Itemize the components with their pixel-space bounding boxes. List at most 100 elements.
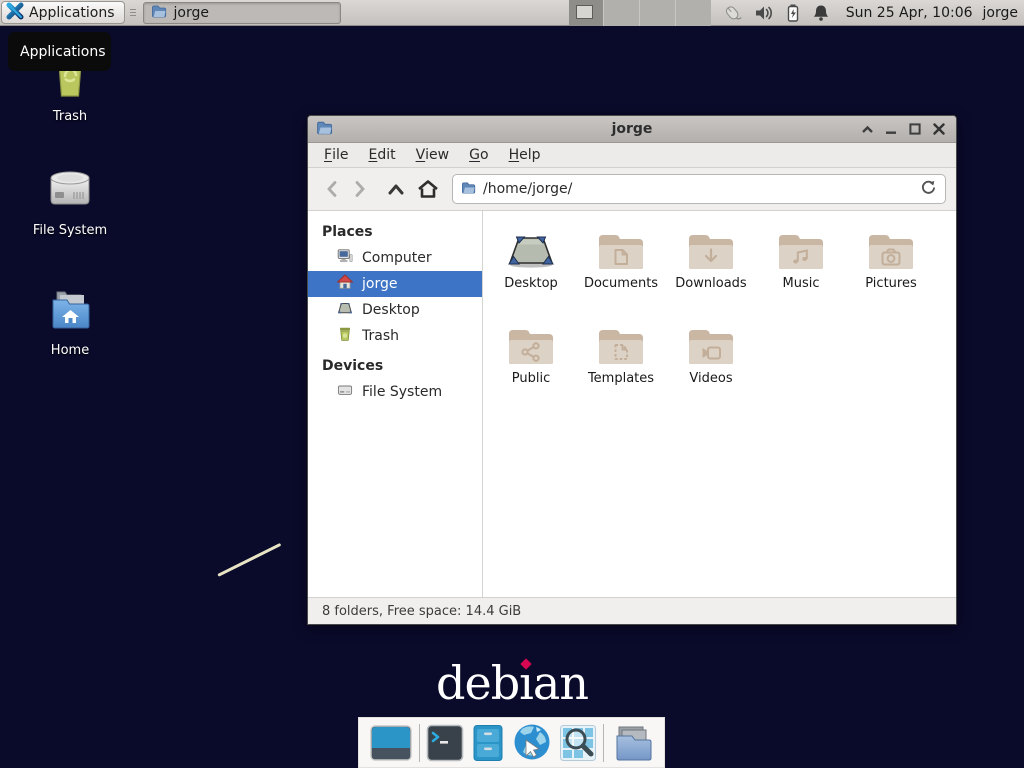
top-panel: Applications jorge (0, 0, 1024, 26)
sidebar-item-label: File System (362, 384, 442, 400)
hard-drive-icon (44, 162, 96, 218)
maximize-button[interactable] (907, 121, 923, 137)
folder-music-icon (773, 223, 829, 271)
notifications-bell-icon[interactable] (812, 3, 830, 23)
shade-button[interactable] (859, 121, 875, 137)
folder-icon (151, 3, 167, 23)
menubar: File Edit View Go Help (308, 143, 956, 168)
menu-go[interactable]: Go (459, 143, 498, 167)
file-item-videos[interactable]: Videos (666, 318, 756, 413)
directory-menu-icon[interactable] (611, 724, 653, 762)
panel-grip[interactable] (128, 4, 138, 22)
taskbar-window-button[interactable]: jorge (143, 2, 341, 24)
trash-icon (337, 326, 353, 346)
terminal-icon[interactable] (426, 724, 464, 762)
folder-videos-icon (683, 318, 739, 366)
xfce-logo-icon (6, 2, 24, 24)
hard-drive-icon (337, 382, 353, 402)
minimize-button[interactable] (883, 121, 899, 137)
statusbar: 8 folders, Free space: 14.4 GiB (308, 597, 956, 624)
file-label: Templates (588, 371, 654, 386)
workspace-3[interactable] (639, 0, 675, 26)
workspace-4[interactable] (675, 0, 711, 26)
menu-view[interactable]: View (406, 143, 460, 167)
menu-edit[interactable]: Edit (358, 143, 405, 167)
file-label: Desktop (504, 276, 558, 291)
desktop-icon-file-system[interactable]: File System (20, 162, 120, 238)
sidebar-item-label: Computer (362, 250, 432, 266)
file-item-music[interactable]: Music (756, 223, 846, 318)
file-manager-icon[interactable] (471, 724, 505, 762)
folder-templates-icon (593, 318, 649, 366)
file-label: Public (512, 371, 550, 386)
toolbar: /home/jorge/ (308, 168, 956, 211)
sidebar-item-computer[interactable]: Computer (308, 245, 482, 271)
home-folder-icon (44, 284, 96, 338)
mouse-icon[interactable] (721, 3, 743, 23)
application-finder-icon[interactable] (559, 724, 597, 762)
wallpaper-swoosh-line (217, 543, 281, 577)
web-browser-icon[interactable] (512, 723, 552, 763)
workspace-1[interactable] (569, 0, 604, 26)
sidebar-item-label: jorge (362, 276, 397, 292)
file-label: Pictures (865, 276, 916, 291)
back-button[interactable] (318, 175, 346, 203)
sidebar-item-label: Trash (362, 328, 399, 344)
titlebar[interactable]: jorge (308, 116, 956, 143)
show-desktop-icon[interactable] (370, 724, 412, 762)
window-folder-icon[interactable] (316, 119, 333, 140)
sidebar-item-file-system[interactable]: File System (308, 379, 482, 405)
reload-icon[interactable] (920, 179, 937, 200)
file-item-downloads[interactable]: Downloads (666, 223, 756, 318)
location-path-text: /home/jorge/ (483, 181, 572, 197)
sidebar-item-trash[interactable]: Trash (308, 323, 482, 349)
up-button[interactable] (382, 175, 410, 203)
folder-pictures-icon (863, 223, 919, 271)
workspace-2[interactable] (603, 0, 639, 26)
taskbar-window-label: jorge (174, 5, 209, 21)
sidebar: Places Computer (308, 211, 483, 597)
desktop: Applications jorge (0, 0, 1024, 768)
debian-logo-text: an (533, 656, 588, 710)
file-grid: Desktop Documents (483, 211, 956, 597)
folder-documents-icon (593, 223, 649, 271)
file-item-public[interactable]: Public (486, 318, 576, 413)
desktop-icon-label: Trash (53, 109, 87, 124)
file-item-desktop[interactable]: Desktop (486, 223, 576, 318)
file-manager-window: jorge File Edit View Go Help (307, 115, 957, 625)
home-button[interactable] (414, 175, 442, 203)
sidebar-item-jorge[interactable]: jorge (308, 271, 482, 297)
folder-downloads-icon (683, 223, 739, 271)
close-button[interactable] (931, 121, 947, 137)
dock-separator (603, 724, 604, 762)
workspace-pager (569, 0, 711, 26)
menu-help[interactable]: Help (499, 143, 551, 167)
menu-file[interactable]: File (314, 143, 358, 167)
volume-icon[interactable] (754, 3, 774, 23)
desktop-icon-home[interactable]: Home (20, 284, 120, 358)
home-icon (337, 274, 353, 294)
statusbar-text: 8 folders, Free space: 14.4 GiB (322, 604, 521, 619)
sidebar-header-devices: Devices (308, 355, 482, 379)
file-item-pictures[interactable]: Pictures (846, 223, 936, 318)
file-label: Downloads (675, 276, 746, 291)
debian-logo-text: deb (436, 656, 519, 710)
panel-username: jorge (983, 5, 1018, 21)
applications-menu-button[interactable]: Applications (1, 1, 125, 24)
system-tray (721, 3, 830, 23)
file-item-documents[interactable]: Documents (576, 223, 666, 318)
forward-button[interactable] (346, 175, 374, 203)
dock-panel (358, 717, 665, 768)
sidebar-item-desktop[interactable]: Desktop (308, 297, 482, 323)
file-label: Documents (584, 276, 658, 291)
desktop-icon-label: File System (33, 223, 107, 238)
desktop-icon-label: Home (51, 343, 89, 358)
panel-clock[interactable]: Sun 25 Apr, 10:06 (846, 5, 973, 21)
path-folder-icon (461, 180, 476, 199)
desktop-icon (337, 300, 353, 320)
applications-menu-label: Applications (29, 5, 115, 21)
battery-icon[interactable] (785, 3, 801, 23)
file-item-templates[interactable]: Templates (576, 318, 666, 413)
computer-icon (337, 248, 353, 268)
location-bar[interactable]: /home/jorge/ (452, 174, 946, 204)
